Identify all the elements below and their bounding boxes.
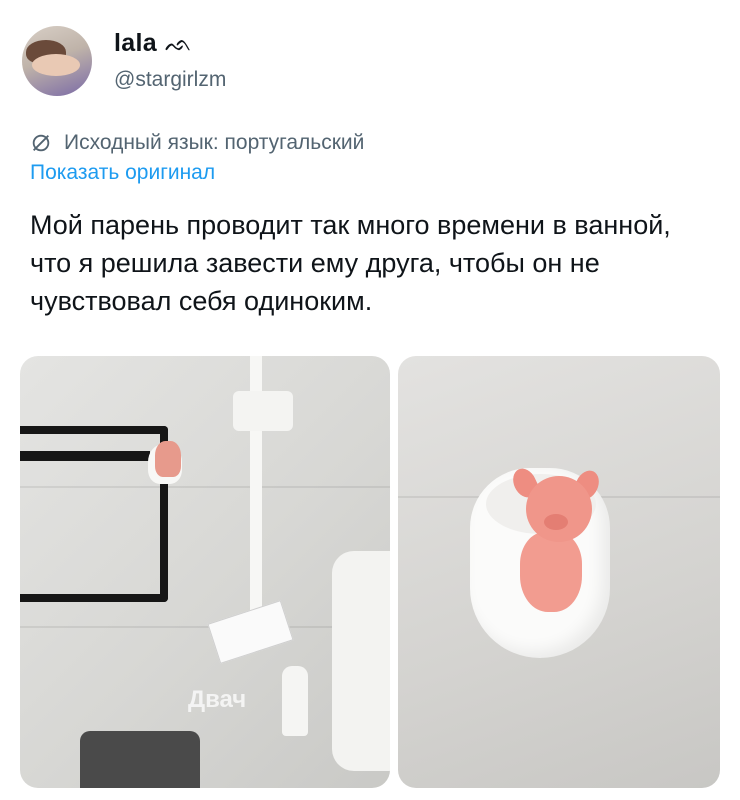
trash-bin [80,731,200,788]
display-name-text: lala [114,29,157,57]
tweet-text: Мой парень проводит так много времени в … [30,210,671,316]
rail-holder [233,391,293,431]
avatar[interactable] [22,26,92,96]
soap-box [207,600,294,664]
pig-figurine [155,441,181,477]
shelf-bar [20,451,150,461]
translation-notice-text: Исходный язык: португальский [64,131,365,154]
translation-notice: Исходный язык: португальский [30,131,364,155]
watermark: Двач [188,686,247,713]
pig-snout [544,514,568,530]
globe-slash-icon [32,134,50,152]
toilet-tank [332,551,390,771]
avatar-face [32,54,80,76]
tweet-photo-bathroom[interactable]: Двач [20,356,390,788]
user-handle[interactable]: @stargirlzm [114,68,226,92]
pig-head [526,476,592,542]
name-glyph: ᨒ [164,31,193,56]
show-original-link[interactable]: Показать оригинал [30,161,215,185]
pig-body [520,532,582,612]
tweet-photo-closeup[interactable] [398,356,720,788]
toilet-brush [282,666,308,736]
display-name[interactable]: lala ᨒ [114,29,193,58]
pig-figurine [506,464,604,616]
